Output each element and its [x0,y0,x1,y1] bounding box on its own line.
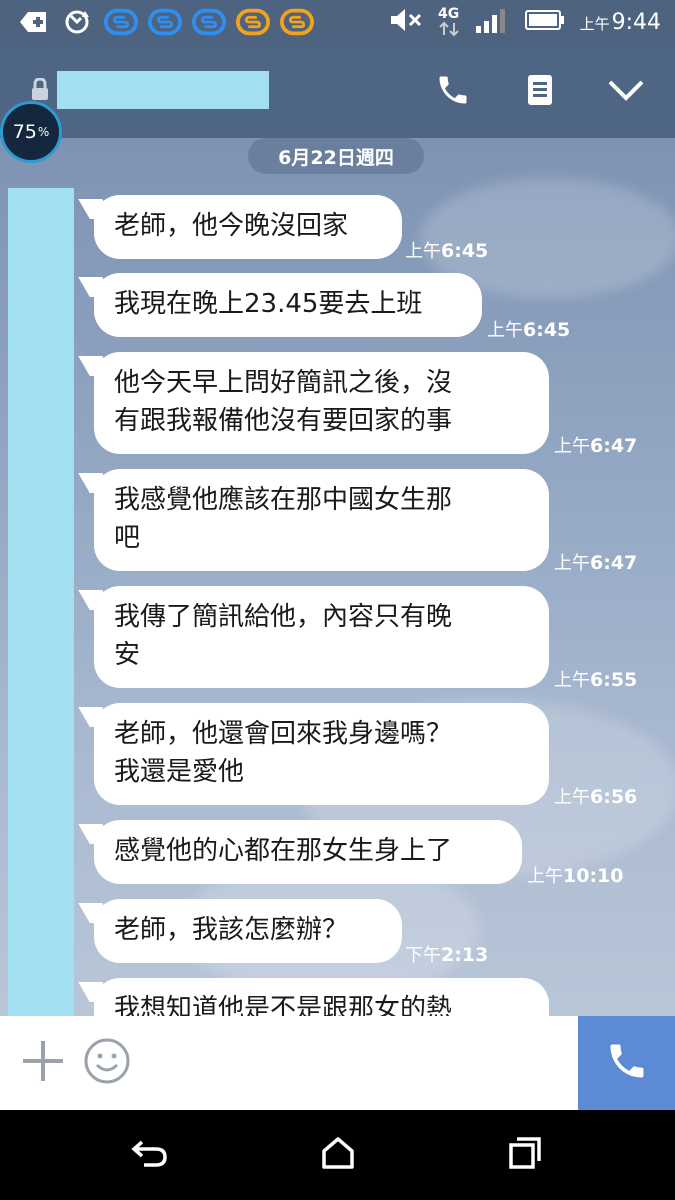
mute-icon [388,6,424,38]
chat-area[interactable]: 6月22日週四 老師，他今晚沒回家 上午6:45 我現在晚上23.45要去上班 … [0,138,675,1016]
battery-overlay-badge[interactable]: 75% [0,101,62,163]
plus-icon [21,1039,65,1087]
call-header-button[interactable] [433,72,473,112]
battery-badge-value: 75 [12,121,37,143]
battery-badge-unit: % [37,125,50,139]
message-time: 上午6:56 [554,783,637,809]
message-time: 上午6:47 [554,432,637,458]
chevron-down-icon [607,78,645,106]
message-bubble[interactable]: 我傳了簡訊給他，內容只有晚 安 [94,586,549,688]
chat-header [0,46,675,138]
app-icon-s-blue [192,7,226,37]
message-time-value: 6:56 [590,786,638,808]
app-icon-s-orange [280,7,314,37]
message-time-ampm: 上午 [554,670,590,691]
voice-call-button[interactable] [578,1016,675,1110]
message-bubble[interactable]: 我想知道他是不是跟那女的熱 [94,978,549,1016]
message-time: 上午6:47 [554,549,637,575]
message-bubble[interactable]: 他今天早上問好簡訊之後，沒 有跟我報備他沒有要回家的事 [94,352,549,454]
message-time-ampm: 上午 [527,866,563,887]
notes-button[interactable] [520,72,560,112]
message-time: 上午6:45 [405,237,488,263]
add-attachment-button[interactable] [18,1038,68,1088]
message-time-ampm: 上午 [405,241,441,262]
contact-name-redacted[interactable] [57,71,269,109]
clock-time: 9:44 [611,9,661,35]
message-time: 上午6:55 [554,666,637,692]
message-bubble[interactable]: 老師，他還會回來我身邊嗎？ 我還是愛他 [94,703,549,805]
message-bubble[interactable]: 感覺他的心都在那女生身上了 [94,820,522,884]
app-icon-s-blue [104,7,138,37]
message-time: 上午6:45 [487,316,570,342]
message-time-ampm: 上午 [554,787,590,808]
message-bubble[interactable]: 我感覺他應該在那中國女生那 吧 [94,469,549,571]
app-icon-s-blue [148,7,182,37]
network-4g-icon: 4G [438,7,460,37]
clock-ampm: 上午 [579,14,610,33]
system-nav-bar [0,1110,675,1200]
avatar-redacted[interactable] [8,188,74,1016]
menu-toggle-button[interactable] [606,72,646,112]
emoji-icon [83,1037,131,1089]
status-clock: 上午9:44 [580,10,661,35]
message-time-value: 6:47 [590,552,638,574]
phone-icon [435,72,471,112]
message-time-ampm: 上午 [487,320,523,341]
message-bubble[interactable]: 老師，他今晚沒回家 [94,195,402,259]
message-input-bar [0,1016,675,1110]
status-bar: 4G 上午9:44 [0,0,675,46]
recents-button[interactable] [503,1135,547,1175]
message-time-value: 6:47 [590,435,638,457]
message-time-value: 10:10 [563,865,624,887]
network-label: 4G [437,6,460,22]
message-time-ampm: 上午 [554,553,590,574]
message-time-ampm: 上午 [554,436,590,457]
back-icon [130,1136,170,1174]
status-notifications [16,7,314,37]
status-system: 4G 上午9:44 [388,6,661,38]
recents-icon [507,1135,543,1175]
message-bubble[interactable]: 老師，我該怎麼辦？ [94,899,402,963]
emoji-button[interactable] [82,1038,132,1088]
message-time-value: 2:13 [441,944,489,966]
phone-icon [605,1039,649,1087]
message-time-value: 6:45 [441,240,489,262]
home-button[interactable] [316,1135,360,1175]
add-box-icon [16,7,50,37]
message-time-ampm: 下午 [405,945,441,966]
signal-icon [474,6,510,38]
notes-icon [525,73,555,111]
date-separator: 6月22日週四 [248,138,424,174]
message-bubble[interactable]: 我現在晚上23.45要去上班 [94,273,482,337]
message-time-value: 6:45 [523,319,571,341]
message-time: 下午2:13 [405,941,488,967]
back-button[interactable] [128,1135,172,1175]
app-icon-s-orange [236,7,270,37]
battery-icon [524,8,566,36]
sync-icon [60,7,94,37]
message-time-value: 6:55 [590,669,638,691]
home-icon [320,1135,356,1175]
message-time: 上午10:10 [527,862,623,888]
